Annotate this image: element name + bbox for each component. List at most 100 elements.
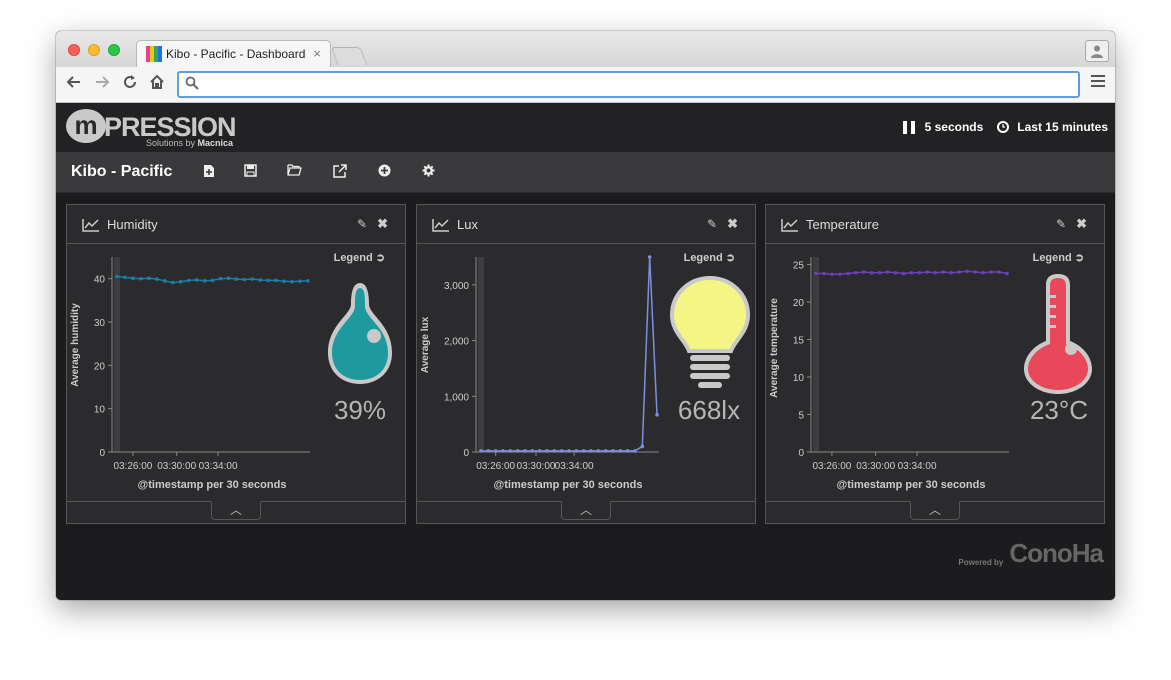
share-icon[interactable] bbox=[332, 164, 348, 181]
data-point[interactable] bbox=[574, 449, 579, 453]
data-point[interactable] bbox=[822, 271, 826, 276]
data-point[interactable] bbox=[266, 278, 271, 283]
data-point[interactable] bbox=[611, 449, 615, 453]
data-point[interactable] bbox=[479, 449, 483, 453]
data-point[interactable] bbox=[625, 449, 630, 453]
close-window-button[interactable] bbox=[68, 44, 80, 56]
data-point[interactable] bbox=[545, 449, 549, 453]
data-point[interactable] bbox=[218, 276, 223, 281]
data-point[interactable] bbox=[589, 449, 593, 453]
close-icon[interactable]: ✖ bbox=[727, 216, 738, 232]
browser-menu-button[interactable] bbox=[1091, 75, 1105, 90]
data-point[interactable] bbox=[647, 255, 652, 259]
data-point[interactable] bbox=[901, 271, 906, 276]
zoom-window-button[interactable] bbox=[108, 44, 120, 56]
data-point[interactable] bbox=[603, 449, 608, 453]
data-point[interactable] bbox=[537, 449, 542, 453]
data-point[interactable] bbox=[147, 276, 151, 281]
data-point[interactable] bbox=[282, 279, 286, 284]
data-point[interactable] bbox=[949, 270, 954, 275]
close-icon[interactable]: ✖ bbox=[1076, 216, 1087, 232]
data-point[interactable] bbox=[226, 276, 231, 281]
pencil-icon[interactable]: ✎ bbox=[707, 217, 717, 231]
address-bar[interactable] bbox=[177, 71, 1080, 98]
data-point[interactable] bbox=[154, 277, 159, 281]
new-tab-button[interactable] bbox=[330, 47, 368, 65]
collapse-panel-button[interactable]: ︿ bbox=[211, 501, 261, 520]
data-point[interactable] bbox=[178, 279, 183, 284]
data-point[interactable] bbox=[933, 270, 938, 275]
data-point[interactable] bbox=[838, 272, 842, 277]
data-point[interactable] bbox=[559, 449, 564, 453]
collapse-panel-button[interactable]: ︿ bbox=[910, 501, 960, 520]
data-point[interactable] bbox=[925, 270, 930, 274]
data-point[interactable] bbox=[830, 272, 834, 277]
data-point[interactable] bbox=[861, 270, 866, 274]
data-point[interactable] bbox=[893, 270, 898, 275]
data-point[interactable] bbox=[853, 270, 858, 275]
data-point[interactable] bbox=[877, 270, 882, 275]
tab-close-icon[interactable]: × bbox=[313, 46, 321, 61]
minimize-window-button[interactable] bbox=[88, 44, 100, 56]
data-point[interactable] bbox=[640, 444, 645, 449]
data-point[interactable] bbox=[234, 277, 239, 281]
data-point[interactable] bbox=[581, 449, 586, 453]
data-point[interactable] bbox=[515, 449, 520, 453]
data-point[interactable] bbox=[552, 449, 557, 453]
data-point[interactable] bbox=[567, 449, 571, 453]
data-point[interactable] bbox=[162, 279, 167, 283]
time-range[interactable]: Last 15 minutes bbox=[1017, 120, 1108, 134]
legend-toggle[interactable]: Legend ➲ bbox=[334, 251, 385, 264]
data-point[interactable] bbox=[486, 449, 491, 453]
data-point[interactable] bbox=[298, 279, 302, 284]
new-dashboard-icon[interactable] bbox=[201, 164, 217, 181]
data-point[interactable] bbox=[210, 278, 215, 283]
data-point[interactable] bbox=[242, 277, 247, 282]
data-point[interactable] bbox=[258, 278, 263, 282]
data-point[interactable] bbox=[957, 270, 962, 274]
data-point[interactable] bbox=[655, 412, 659, 417]
data-point[interactable] bbox=[997, 270, 1001, 274]
data-point[interactable] bbox=[973, 270, 977, 274]
legend-toggle[interactable]: Legend ➲ bbox=[1033, 251, 1084, 264]
data-point[interactable] bbox=[596, 449, 601, 453]
pencil-icon[interactable]: ✎ bbox=[1056, 217, 1066, 231]
close-icon[interactable]: ✖ bbox=[377, 216, 388, 232]
data-point[interactable] bbox=[194, 278, 199, 282]
data-point[interactable] bbox=[981, 270, 985, 275]
browser-tab[interactable]: Kibo - Pacific - Dashboard × bbox=[136, 40, 331, 67]
data-point[interactable] bbox=[965, 269, 970, 274]
data-point[interactable] bbox=[202, 279, 207, 283]
data-point[interactable] bbox=[123, 275, 127, 280]
data-point[interactable] bbox=[941, 270, 946, 274]
refresh-interval[interactable]: 5 seconds bbox=[925, 120, 984, 134]
data-point[interactable] bbox=[1005, 271, 1009, 276]
data-point[interactable] bbox=[909, 270, 914, 275]
data-point[interactable] bbox=[274, 278, 278, 283]
data-point[interactable] bbox=[846, 271, 850, 276]
reload-button[interactable] bbox=[120, 74, 140, 95]
data-point[interactable] bbox=[618, 449, 623, 453]
data-point[interactable] bbox=[869, 270, 874, 275]
legend-toggle[interactable]: Legend ➲ bbox=[684, 251, 735, 264]
folder-open-icon[interactable] bbox=[286, 164, 302, 179]
data-point[interactable] bbox=[170, 280, 175, 285]
add-panel-icon[interactable] bbox=[376, 164, 392, 180]
back-button[interactable] bbox=[64, 74, 84, 95]
data-point[interactable] bbox=[131, 276, 135, 281]
home-button[interactable] bbox=[147, 74, 167, 95]
pencil-icon[interactable]: ✎ bbox=[357, 217, 367, 231]
data-point[interactable] bbox=[501, 449, 505, 453]
data-point[interactable] bbox=[186, 278, 191, 283]
data-point[interactable] bbox=[814, 271, 818, 276]
data-point[interactable] bbox=[508, 449, 513, 453]
data-point[interactable] bbox=[633, 449, 637, 453]
data-point[interactable] bbox=[115, 274, 119, 279]
save-icon[interactable] bbox=[242, 164, 258, 180]
data-point[interactable] bbox=[139, 276, 143, 281]
gear-icon[interactable] bbox=[420, 164, 436, 180]
data-point[interactable] bbox=[989, 270, 993, 274]
collapse-panel-button[interactable]: ︿ bbox=[561, 501, 611, 520]
forward-button[interactable] bbox=[92, 74, 112, 95]
data-point[interactable] bbox=[523, 449, 527, 453]
